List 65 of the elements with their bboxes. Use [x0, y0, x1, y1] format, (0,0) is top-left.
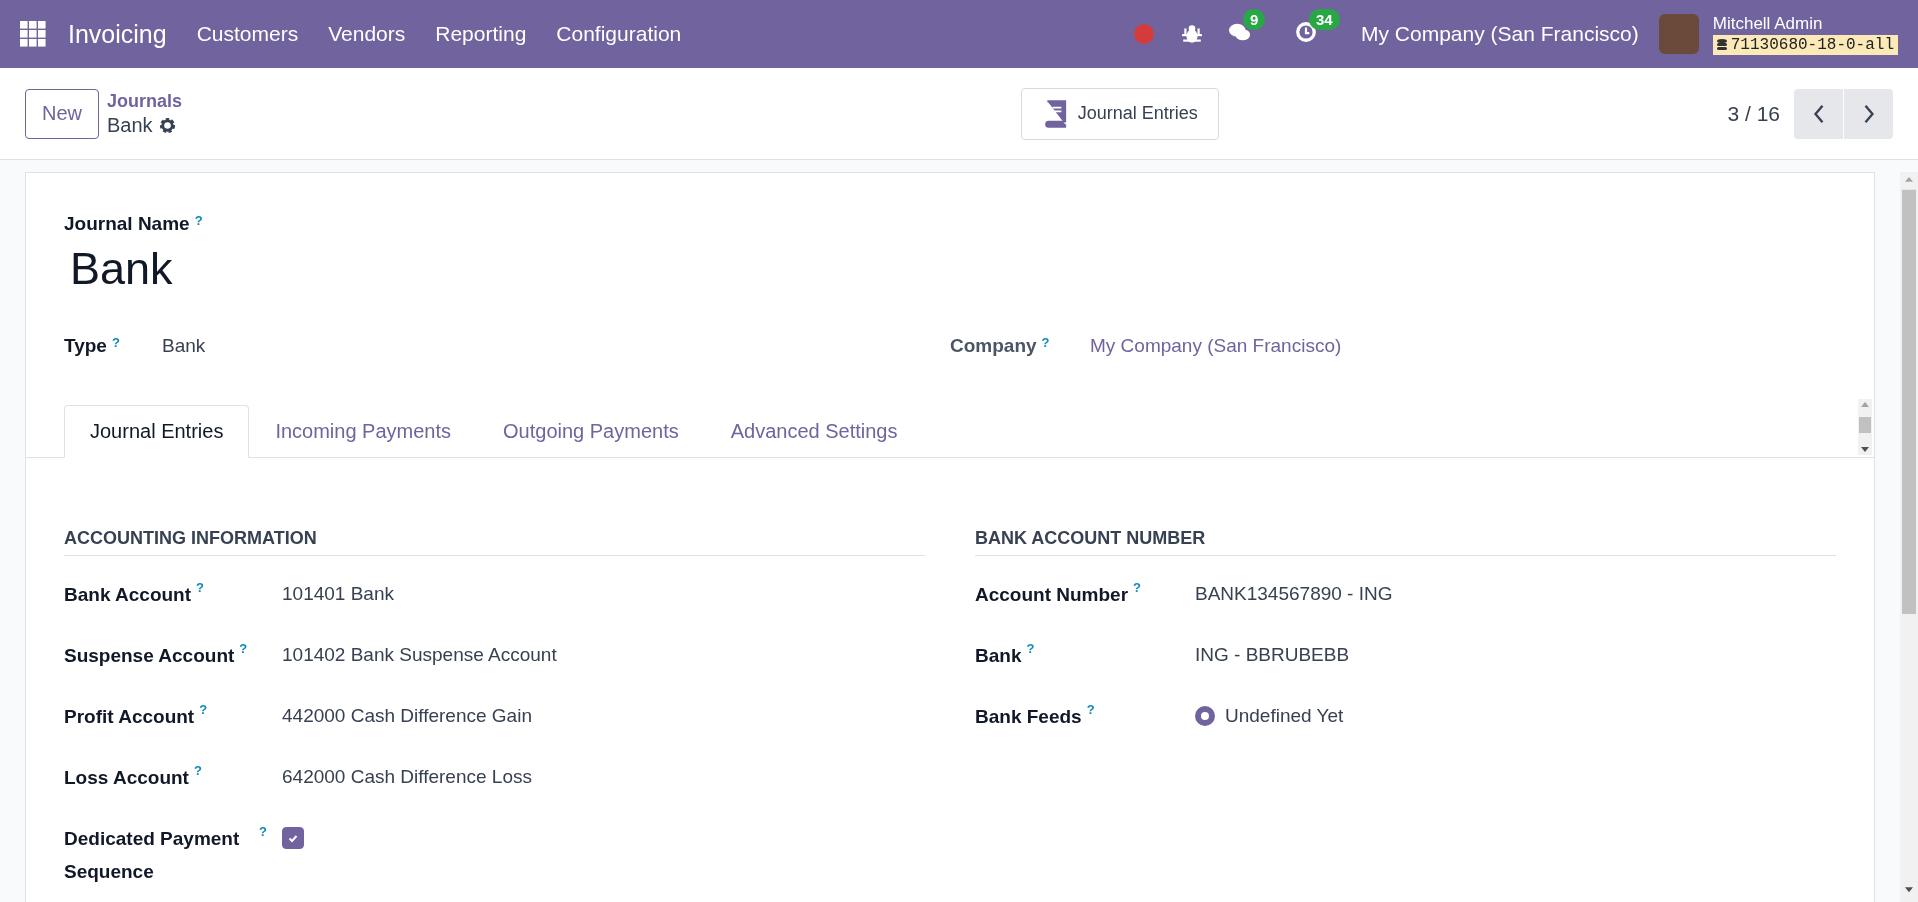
company-link[interactable]: My Company (San Francisco): [1090, 335, 1342, 357]
breadcrumb-link[interactable]: Journals: [107, 90, 183, 112]
journal-name-value[interactable]: Bank: [70, 243, 1836, 295]
company-switcher[interactable]: My Company (San Francisco): [1361, 22, 1639, 46]
help-tooltip[interactable]: ?: [1026, 641, 1035, 656]
user-name[interactable]: Mitchell Admin: [1712, 13, 1898, 34]
help-tooltip[interactable]: ?: [1133, 580, 1142, 595]
field-value[interactable]: 442000 Cash Difference Gain: [282, 705, 532, 727]
previous-button[interactable]: [1794, 88, 1843, 139]
next-button[interactable]: [1844, 88, 1893, 139]
help-tooltip[interactable]: ?: [196, 580, 204, 595]
chat-icon[interactable]: [1229, 21, 1251, 43]
settings-icon[interactable]: [157, 115, 177, 135]
field-label: Suspense Account: [64, 644, 235, 668]
type-value[interactable]: Bank: [162, 335, 206, 357]
field-value[interactable]: BANK134567890 - ING: [1195, 583, 1393, 605]
field-label: Bank: [975, 644, 1022, 668]
help-tooltip[interactable]: ?: [259, 824, 267, 839]
apps-grid-icon[interactable]: [20, 21, 46, 47]
help-tooltip[interactable]: ?: [199, 702, 208, 717]
field-label: Dedicated Payment Sequence: [64, 827, 241, 884]
field-value[interactable]: 642000 Cash Difference Loss: [282, 766, 532, 788]
clock-icon[interactable]: [1295, 21, 1317, 43]
field-label: Bank Account: [64, 583, 192, 607]
tab[interactable]: Incoming Payments: [249, 405, 478, 458]
journal-entries-button[interactable]: Journal Entries: [1020, 87, 1219, 140]
radio-button[interactable]: [1195, 706, 1215, 726]
section-heading: ACCOUNTING INFORMATION: [64, 528, 925, 556]
messages-count: 9: [1243, 9, 1266, 30]
scrollbar-drawing: [1858, 399, 1872, 455]
pager-value: 3 / 16: [1727, 101, 1780, 126]
help-tooltip[interactable]: ?: [1041, 335, 1050, 350]
database-icon: [1716, 38, 1727, 51]
field-label: Type: [64, 335, 107, 357]
field-label: Loss Account: [64, 766, 189, 790]
field-value[interactable]: ING - BBRUBEBB: [1195, 644, 1350, 666]
radio-label[interactable]: Undefined Yet: [1225, 705, 1344, 727]
field-label: Account Number: [975, 583, 1129, 607]
field-value[interactable]: 101401 Bank: [282, 583, 394, 605]
field-label: Company: [950, 335, 1037, 357]
tab[interactable]: Advanced Settings: [704, 405, 924, 458]
field-label: Profit Account: [64, 705, 195, 729]
menu-item[interactable]: Configuration: [556, 22, 682, 46]
activities-count: 34: [1309, 9, 1340, 30]
field-value[interactable]: 101402 Bank Suspense Account: [282, 644, 557, 666]
tab[interactable]: Outgoing Payments: [477, 405, 705, 458]
new-button[interactable]: New: [25, 88, 99, 139]
tab[interactable]: Journal Entries: [64, 405, 250, 458]
help-tooltip[interactable]: ?: [111, 335, 120, 350]
checkbox[interactable]: [282, 827, 304, 849]
help-tooltip[interactable]: ?: [194, 213, 203, 228]
field-label: Bank Feeds: [975, 705, 1082, 729]
menu-item[interactable]: Reporting: [435, 22, 527, 46]
section-heading: BANK ACCOUNT NUMBER: [975, 528, 1836, 556]
help-tooltip[interactable]: ?: [1086, 702, 1095, 717]
database-name: 71130680-18-0-all: [1730, 35, 1894, 54]
app-name[interactable]: Invoicing: [68, 19, 167, 49]
menu-item[interactable]: Vendors: [328, 22, 406, 46]
bug-icon[interactable]: [1181, 23, 1203, 45]
record-dot-icon[interactable]: [1133, 23, 1155, 45]
help-tooltip[interactable]: ?: [239, 641, 248, 656]
help-tooltip[interactable]: ?: [193, 763, 202, 778]
menu-item[interactable]: Customers: [196, 22, 299, 46]
record-title: Bank: [107, 113, 153, 137]
field-label: Journal Name: [64, 213, 190, 235]
